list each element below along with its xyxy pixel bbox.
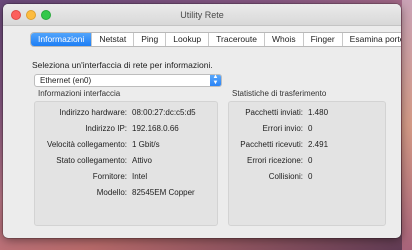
hardware-address-value: 08:00:27:dc:c5:d5 — [132, 108, 196, 117]
model-value: 82545EM Copper — [132, 188, 195, 197]
tab-esamina-porte[interactable]: Esamina porte — [341, 33, 401, 46]
tab-finger[interactable]: Finger — [302, 33, 342, 46]
packets-sent-label: Pacchetti inviati: — [245, 108, 303, 117]
ip-address-value: 192.168.0.66 — [132, 124, 179, 133]
packets-received-label: Pacchetti ricevuti: — [240, 140, 303, 149]
transfer-stats-title: Statistiche di trasferimento — [232, 89, 327, 98]
receive-errors-label: Errori ricezione: — [246, 156, 303, 165]
link-speed-value: 1 Gbit/s — [132, 140, 160, 149]
interface-info-title: Informazioni interfaccia — [38, 89, 121, 98]
network-utility-window: Utility Rete Informazioni Netstat Ping L… — [3, 4, 401, 238]
link-status-label: Stato collegamento: — [56, 156, 127, 165]
packets-received-value: 2.491 — [308, 140, 329, 149]
ip-address-label: Indirizzo IP: — [85, 124, 127, 133]
collisions-label: Collisioni: — [268, 172, 303, 181]
interface-prompt: Seleziona un'interfaccia di rete per inf… — [32, 60, 213, 70]
tab-whois[interactable]: Whois — [263, 33, 303, 46]
tab-ping[interactable]: Ping — [133, 33, 165, 46]
send-errors-label: Errori invio: — [262, 124, 303, 133]
title-bar[interactable]: Utility Rete — [3, 4, 401, 26]
tab-lookup[interactable]: Lookup — [165, 33, 208, 46]
vendor-value: Intel — [132, 172, 148, 181]
chevron-updown-icon: ▲ ▼ — [210, 74, 221, 86]
send-errors-value: 0 — [308, 124, 313, 133]
transfer-stats-panel: Pacchetti inviati: 1.480 Errori invio: 0… — [228, 101, 386, 226]
window-title: Utility Rete — [180, 10, 224, 20]
tab-traceroute[interactable]: Traceroute — [208, 33, 264, 46]
interface-info-panel: Indirizzo hardware: 08:00:27:dc:c5:d5 In… — [34, 101, 218, 226]
vendor-label: Fornitore: — [92, 172, 127, 181]
hardware-address-label: Indirizzo hardware: — [59, 108, 127, 117]
interface-select[interactable]: Ethernet (en0) ▲ ▼ — [34, 74, 222, 87]
link-speed-label: Velocità collegamento: — [46, 140, 127, 149]
model-label: Modello: — [96, 188, 127, 197]
tab-bar: Informazioni Netstat Ping Lookup Tracero… — [30, 32, 401, 47]
receive-errors-value: 0 — [308, 156, 313, 165]
packets-sent-value: 1.480 — [308, 108, 329, 117]
link-status-value: Attivo — [132, 156, 153, 165]
collisions-value: 0 — [308, 172, 313, 181]
interface-select-value: Ethernet (en0) — [40, 76, 92, 85]
desktop-background — [402, 0, 412, 250]
tab-informazioni[interactable]: Informazioni — [31, 33, 92, 46]
tab-netstat[interactable]: Netstat — [91, 33, 133, 46]
